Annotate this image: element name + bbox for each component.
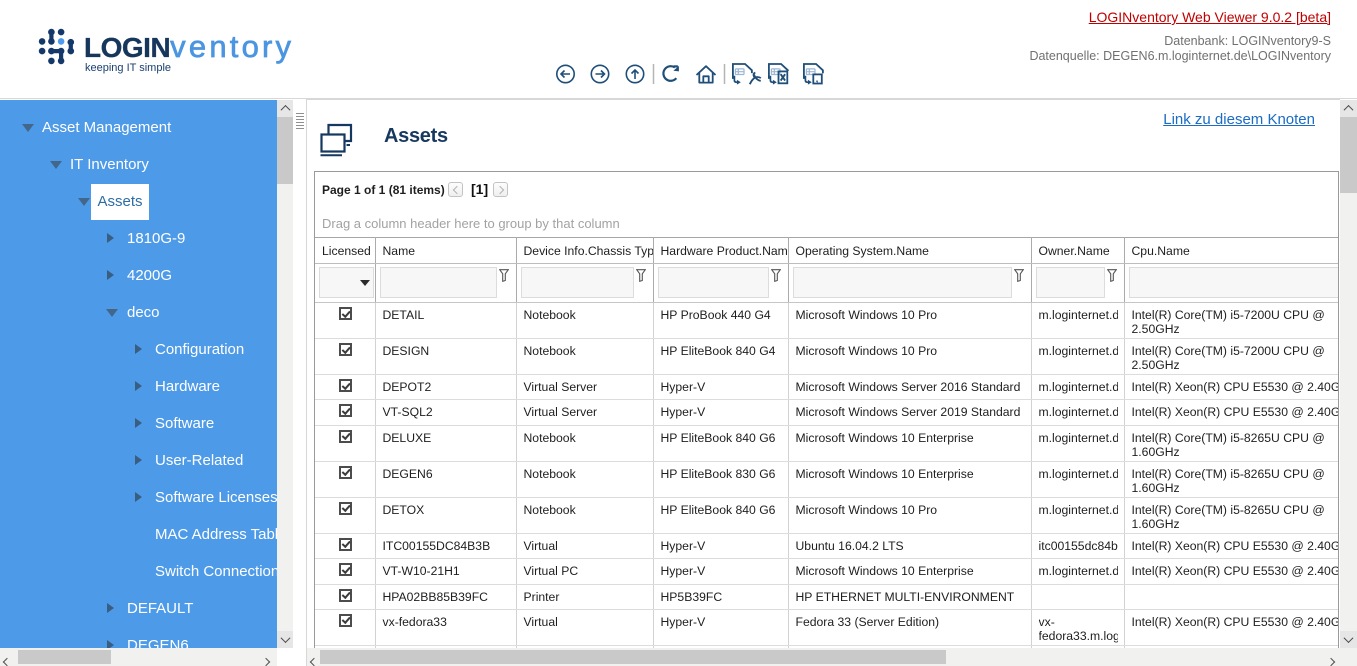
- svg-text:,: ,: [816, 74, 819, 85]
